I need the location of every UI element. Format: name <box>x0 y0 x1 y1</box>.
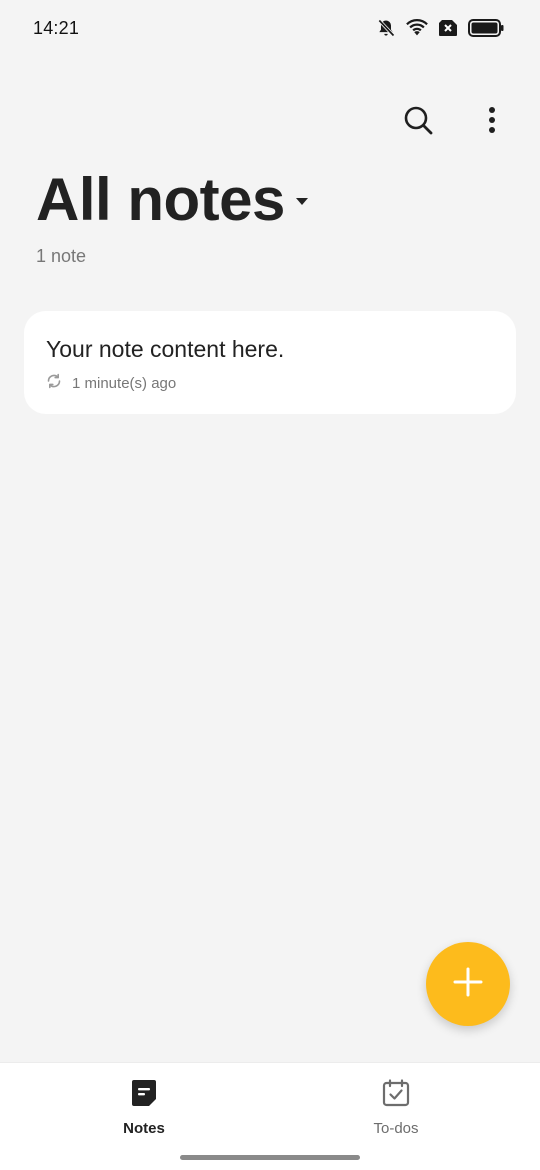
note-count: 1 note <box>36 246 87 266</box>
note-timestamp: 1 minute(s) ago <box>72 375 177 392</box>
note-icon <box>131 1079 157 1112</box>
battery-icon <box>468 19 504 37</box>
nav-item-todos[interactable]: To-dos <box>336 1079 456 1137</box>
todo-calendar-icon <box>382 1079 410 1112</box>
home-indicator[interactable] <box>180 1155 360 1160</box>
status-time: 14:21 <box>33 17 80 38</box>
bell-muted-icon <box>376 18 396 38</box>
status-bar: 14:21 <box>0 0 540 56</box>
wifi-icon <box>406 18 428 38</box>
more-vertical-icon[interactable] <box>472 100 512 140</box>
nav-label-todos: To-dos <box>373 1120 419 1137</box>
note-meta: 1 minute(s) ago <box>46 373 494 394</box>
plus-icon <box>453 967 483 1002</box>
status-icons <box>376 18 504 38</box>
add-note-button[interactable] <box>426 942 510 1026</box>
nav-item-notes[interactable]: Notes <box>84 1079 204 1137</box>
nav-label-notes: Notes <box>123 1120 165 1137</box>
note-title: Your note content here. <box>46 336 285 362</box>
page-title: All notes <box>36 166 285 233</box>
top-toolbar <box>398 100 512 140</box>
sync-icon <box>46 373 62 394</box>
no-sim-icon <box>438 19 458 37</box>
bottom-navigation: Notes To-dos <box>0 1062 540 1170</box>
search-icon[interactable] <box>398 100 438 140</box>
note-card[interactable]: Your note content here. 1 minute(s) ago <box>24 311 516 414</box>
caret-down-icon <box>295 193 309 211</box>
folder-selector[interactable]: All notes <box>36 168 309 232</box>
